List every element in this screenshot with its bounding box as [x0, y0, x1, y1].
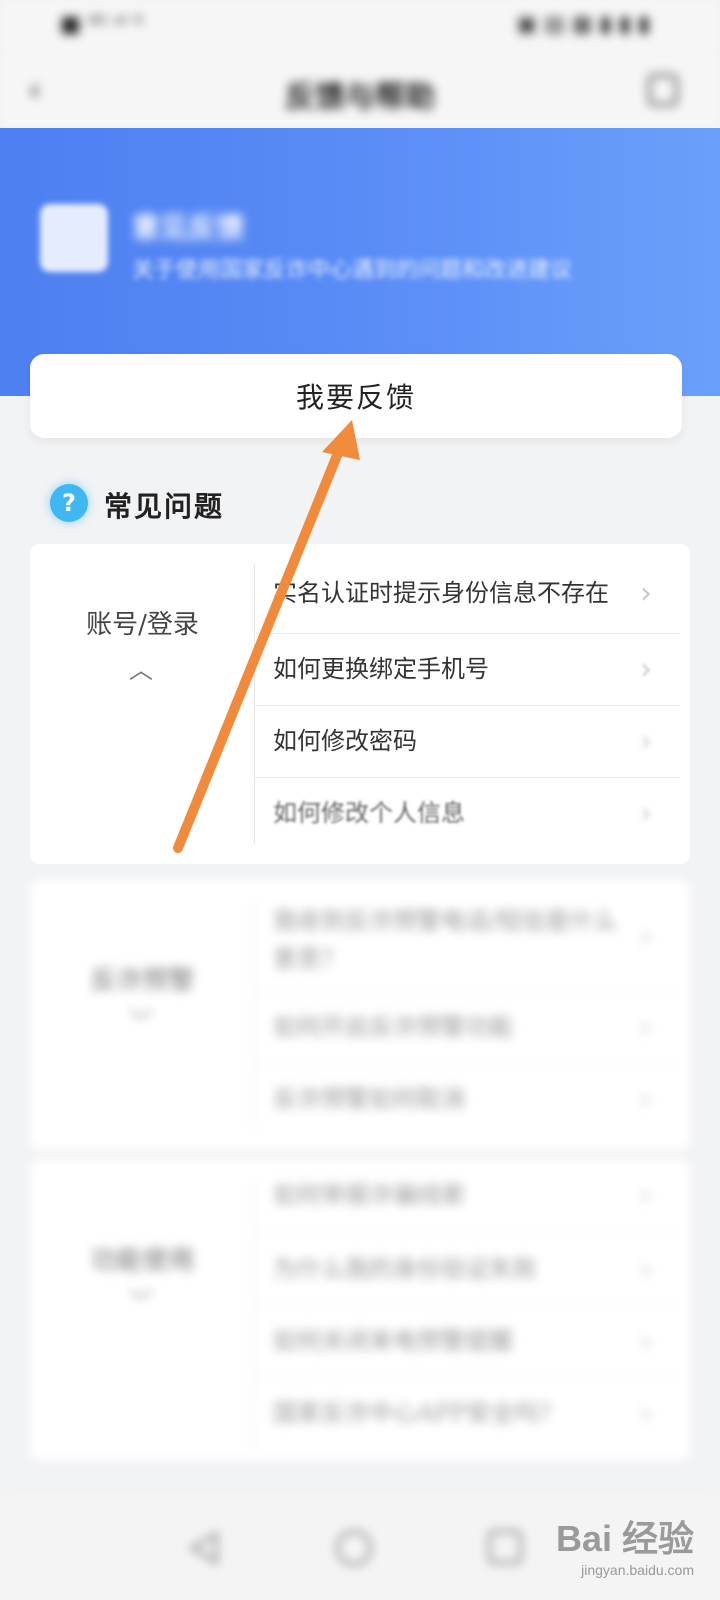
status-bar: ■ ⁴ᴳ ᵃᴵ ⁰ ▣ ▤ ▦ ▮ ▮ ▮ [0, 0, 720, 52]
status-right-indicators: ▣ ▤ ▦ ▮ ▮ ▮ [516, 12, 650, 37]
faq-question-item[interactable]: 如何修改密码 › [255, 706, 680, 778]
faq-title: 常见问题 [104, 490, 225, 523]
chevron-right-icon: › [640, 1010, 652, 1045]
faq-question-item[interactable]: 如何开启反诈预警功能 › [255, 992, 680, 1064]
chevron-right-icon: › [640, 724, 652, 759]
chevron-right-icon: › [640, 1178, 652, 1213]
feedback-logo-icon [40, 204, 108, 272]
faq-question-item[interactable]: 如何关闭来电预警提醒 › [255, 1306, 680, 1378]
question-text: 如何开启反诈预警功能 [273, 1013, 513, 1041]
question-text: 为什么我的身份验证失败 [273, 1255, 537, 1283]
faq-category-functions: 功能使用 ﹀ 如何举报诈骗线索 › 为什么我的身份验证失败 › 如何关闭来电预警… [30, 1160, 690, 1460]
faq-question-item[interactable]: 如何举报诈骗线索 › [255, 1160, 680, 1234]
banner-subtitle: 关于使用国家反诈中心遇到的问题和改进建议 [132, 258, 573, 283]
faq-category-warning: 反诈预警 ﹀ 我收到反诈预警电话/短信是什么意思？ › 如何开启反诈预警功能 ›… [30, 880, 690, 1150]
chevron-right-icon: › [640, 652, 652, 687]
chevron-right-icon: › [640, 1396, 652, 1431]
category-tab[interactable]: 反诈预警 ﹀ [30, 880, 255, 1150]
nav-home-icon[interactable] [336, 1530, 372, 1566]
faq-question-item[interactable]: 反诈预警如何取消 › [255, 1064, 680, 1136]
chevron-right-icon: › [640, 1252, 652, 1287]
status-left-indicators: ■ ⁴ᴳ ᵃᴵ ⁰ [60, 12, 143, 37]
question-text: 国家反诈中心APP安全吗？ [273, 1399, 563, 1427]
chevron-right-icon: › [640, 1082, 652, 1117]
chevron-down-icon[interactable]: ﹀ [126, 1282, 156, 1316]
chevron-right-icon: › [640, 796, 652, 831]
nav-back-icon[interactable] [186, 1530, 222, 1566]
category-tab[interactable]: 功能使用 ﹀ [30, 1160, 255, 1460]
page-title: 反馈与帮助 [285, 80, 435, 115]
question-text: 如何关闭来电预警提醒 [273, 1327, 513, 1355]
faq-question-item[interactable]: 国家反诈中心APP安全吗？ › [255, 1378, 680, 1450]
category-tab[interactable]: 账号/登录 ︿ [30, 544, 255, 864]
question-mark-icon: ? [50, 484, 88, 522]
help-icon[interactable] [648, 74, 678, 106]
question-text: 如何举报诈骗线索 [273, 1181, 465, 1209]
watermark-url: jingyan.baidu.com [581, 1562, 694, 1578]
watermark: Bai 经验 jingyan.baidu.com [556, 1510, 694, 1578]
feedback-button[interactable]: 我要反馈 [30, 354, 682, 438]
question-text: 实名认证时提示身份信息不存在 [273, 579, 609, 607]
faq-question-item[interactable]: 为什么我的身份验证失败 › [255, 1234, 680, 1306]
chevron-right-icon: › [640, 576, 652, 611]
banner-title: 意见反馈 [132, 211, 245, 244]
category-label: 账号/登录 [86, 610, 199, 640]
faq-question-item[interactable]: 我收到反诈预警电话/短信是什么意思？ › [255, 888, 680, 992]
chevron-right-icon: › [640, 920, 652, 955]
faq-question-item[interactable]: 如何更换绑定手机号 › [255, 634, 680, 706]
question-text: 我收到反诈预警电话/短信是什么意思？ [273, 907, 618, 973]
question-text: 反诈预警如何取消 [273, 1085, 465, 1113]
faq-category-account: 账号/登录 ︿ 实名认证时提示身份信息不存在 › 如何更换绑定手机号 › 如何修… [30, 544, 690, 864]
nav-recent-icon[interactable] [488, 1530, 522, 1564]
question-text: 如何更换绑定手机号 [273, 655, 489, 683]
chevron-down-icon[interactable]: ﹀ [126, 1002, 156, 1036]
category-label: 功能使用 [90, 1246, 195, 1276]
app-header: ‹ 反馈与帮助 [0, 52, 720, 128]
category-label: 反诈预警 [90, 966, 195, 996]
question-text: 如何修改密码 [273, 727, 417, 755]
faq-question-item[interactable]: 如何修改个人信息 › [255, 778, 680, 850]
watermark-logo: Bai 经验 [555, 1518, 694, 1559]
faq-question-item[interactable]: 实名认证时提示身份信息不存在 › [255, 556, 680, 634]
chevron-up-icon[interactable]: ︿ [126, 650, 156, 684]
chevron-right-icon: › [640, 1324, 652, 1359]
question-text: 如何修改个人信息 [273, 799, 465, 827]
